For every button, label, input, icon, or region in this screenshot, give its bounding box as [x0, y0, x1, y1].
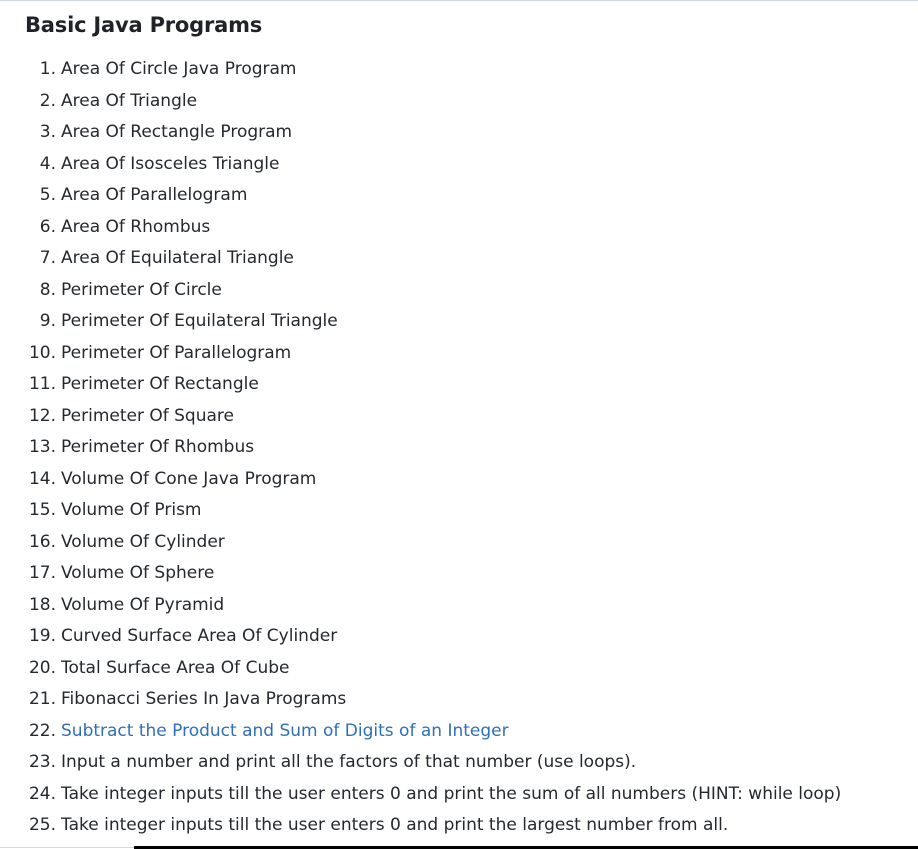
list-item-label: Perimeter Of Circle: [61, 279, 222, 300]
page-title: Basic Java Programs: [25, 13, 263, 37]
list-item: 10. Perimeter Of Parallelogram: [0, 338, 841, 370]
list-item: 12. Perimeter Of Square: [0, 401, 841, 433]
list-item-number: 24.: [28, 783, 56, 804]
list-item-number: 16.: [28, 531, 56, 552]
list-item-label: Perimeter Of Square: [61, 405, 234, 426]
list-item-number: 2.: [39, 90, 56, 111]
list-item-label: Area Of Rhombus: [61, 216, 211, 237]
list-item-number: 13.: [28, 437, 56, 457]
program-list: 1. Area Of Circle Java Program 2. Area Of T…: [0, 54, 841, 842]
list-item-label: Perimeter Of Rectangle: [61, 374, 259, 394]
list-item-label: Area Of Parallelogram: [61, 185, 248, 205]
list-item: 6. Area Of Rhombus: [0, 212, 841, 244]
list-item-number: 17.: [28, 563, 56, 583]
list-item-label: Perimeter Of Equilateral Triangle: [61, 311, 338, 331]
list-item-number: 5.: [39, 185, 56, 205]
list-item-number: 20.: [28, 657, 56, 678]
list-item-label: Take integer inputs till the user enters…: [61, 783, 842, 804]
list-item: 14. Volume Of Cone Java Program: [0, 464, 841, 496]
list-item-number: 4.: [39, 153, 56, 174]
list-item-label: Area Of Triangle: [61, 90, 198, 111]
list-item-number: 23.: [28, 752, 56, 772]
list-item-label: Volume Of Cone Java Program: [61, 468, 317, 489]
program-link[interactable]: Subtract the Product and Sum of Digits o…: [56, 716, 509, 748]
list-item-label: Area Of Circle Java Program: [61, 59, 297, 79]
list-item-label: Area Of Rectangle Program: [61, 122, 293, 142]
list-item-number: 3.: [39, 122, 56, 142]
list-item: 17. Volume Of Sphere: [0, 558, 841, 590]
list-item: 23. Input a number and print all the fact…: [0, 747, 841, 779]
list-item: 13. Perimeter Of Rhombus: [0, 432, 841, 464]
list-item-number: 18.: [28, 594, 56, 615]
top-divider: [0, 0, 918, 1]
list-item: 16. Volume Of Cylinder: [0, 527, 841, 559]
list-item-label: Perimeter Of Rhombus: [61, 437, 255, 457]
list-item: 2. Area Of Triangle: [0, 86, 841, 118]
list-item-number: 1.: [39, 59, 56, 79]
list-item-label: Input a number and print all the factors…: [61, 752, 637, 772]
list-item: 4. Area Of Isosceles Triangle: [0, 149, 841, 181]
list-item: 11. Perimeter Of Rectangle: [0, 369, 841, 401]
list-item: 8. Perimeter Of Circle: [0, 275, 841, 307]
list-item-number: 22.: [28, 720, 56, 741]
list-item-number: 9.: [39, 311, 56, 331]
list-item: 3. Area Of Rectangle Program: [0, 117, 841, 149]
list-item-label: Volume Of Pyramid: [61, 594, 225, 615]
list-item: 5. Area Of Parallelogram: [0, 180, 841, 212]
list-item-label: Area Of Isosceles Triangle: [61, 153, 280, 174]
list-item-label: Perimeter Of Parallelogram: [61, 342, 292, 363]
list-item-number: 21.: [28, 689, 56, 709]
list-item-number: 25.: [28, 815, 56, 835]
list-item-label: Take integer inputs till the user enters…: [61, 815, 729, 835]
list-item: 19. Curved Surface Area Of Cylinder: [0, 621, 841, 653]
list-item-label: Area Of Equilateral Triangle: [61, 248, 294, 268]
list-item: 21. Fibonacci Series In Java Programs: [0, 684, 841, 716]
list-item-number: 8.: [39, 279, 56, 300]
list-item-label: Curved Surface Area Of Cylinder: [61, 626, 338, 646]
list-item-label: Total Surface Area Of Cube: [61, 657, 290, 678]
list-item-label: Volume Of Prism: [61, 500, 202, 520]
list-item-number: 6.: [39, 216, 56, 237]
list-item-number: 10.: [28, 342, 56, 363]
bottom-divider: [0, 847, 134, 848]
list-item: 9. Perimeter Of Equilateral Triangle: [0, 306, 841, 338]
list-item: 18. Volume Of Pyramid: [0, 590, 841, 622]
list-item-number: 12.: [28, 405, 56, 426]
list-item: 15. Volume Of Prism: [0, 495, 841, 527]
list-item-label: Volume Of Cylinder: [61, 531, 225, 552]
list-item-label: Fibonacci Series In Java Programs: [61, 689, 347, 709]
list-item[interactable]: 22. Subtract the Product and Sum of Digit…: [0, 716, 841, 748]
list-item-number: 7.: [39, 248, 56, 268]
list-item: 25. Take integer inputs till the user ent…: [0, 810, 841, 842]
list-item: 7. Area Of Equilateral Triangle: [0, 243, 841, 275]
list-item-number: 15.: [28, 500, 56, 520]
list-item-label: Volume Of Sphere: [61, 563, 215, 583]
list-item-number: 19.: [28, 626, 56, 646]
list-item-number: 11.: [28, 374, 56, 394]
list-item: 24. Take integer inputs till the user ent…: [0, 779, 841, 811]
list-item: 1. Area Of Circle Java Program: [0, 54, 841, 86]
list-item: 20. Total Surface Area Of Cube: [0, 653, 841, 685]
list-item-number: 14.: [28, 468, 56, 489]
